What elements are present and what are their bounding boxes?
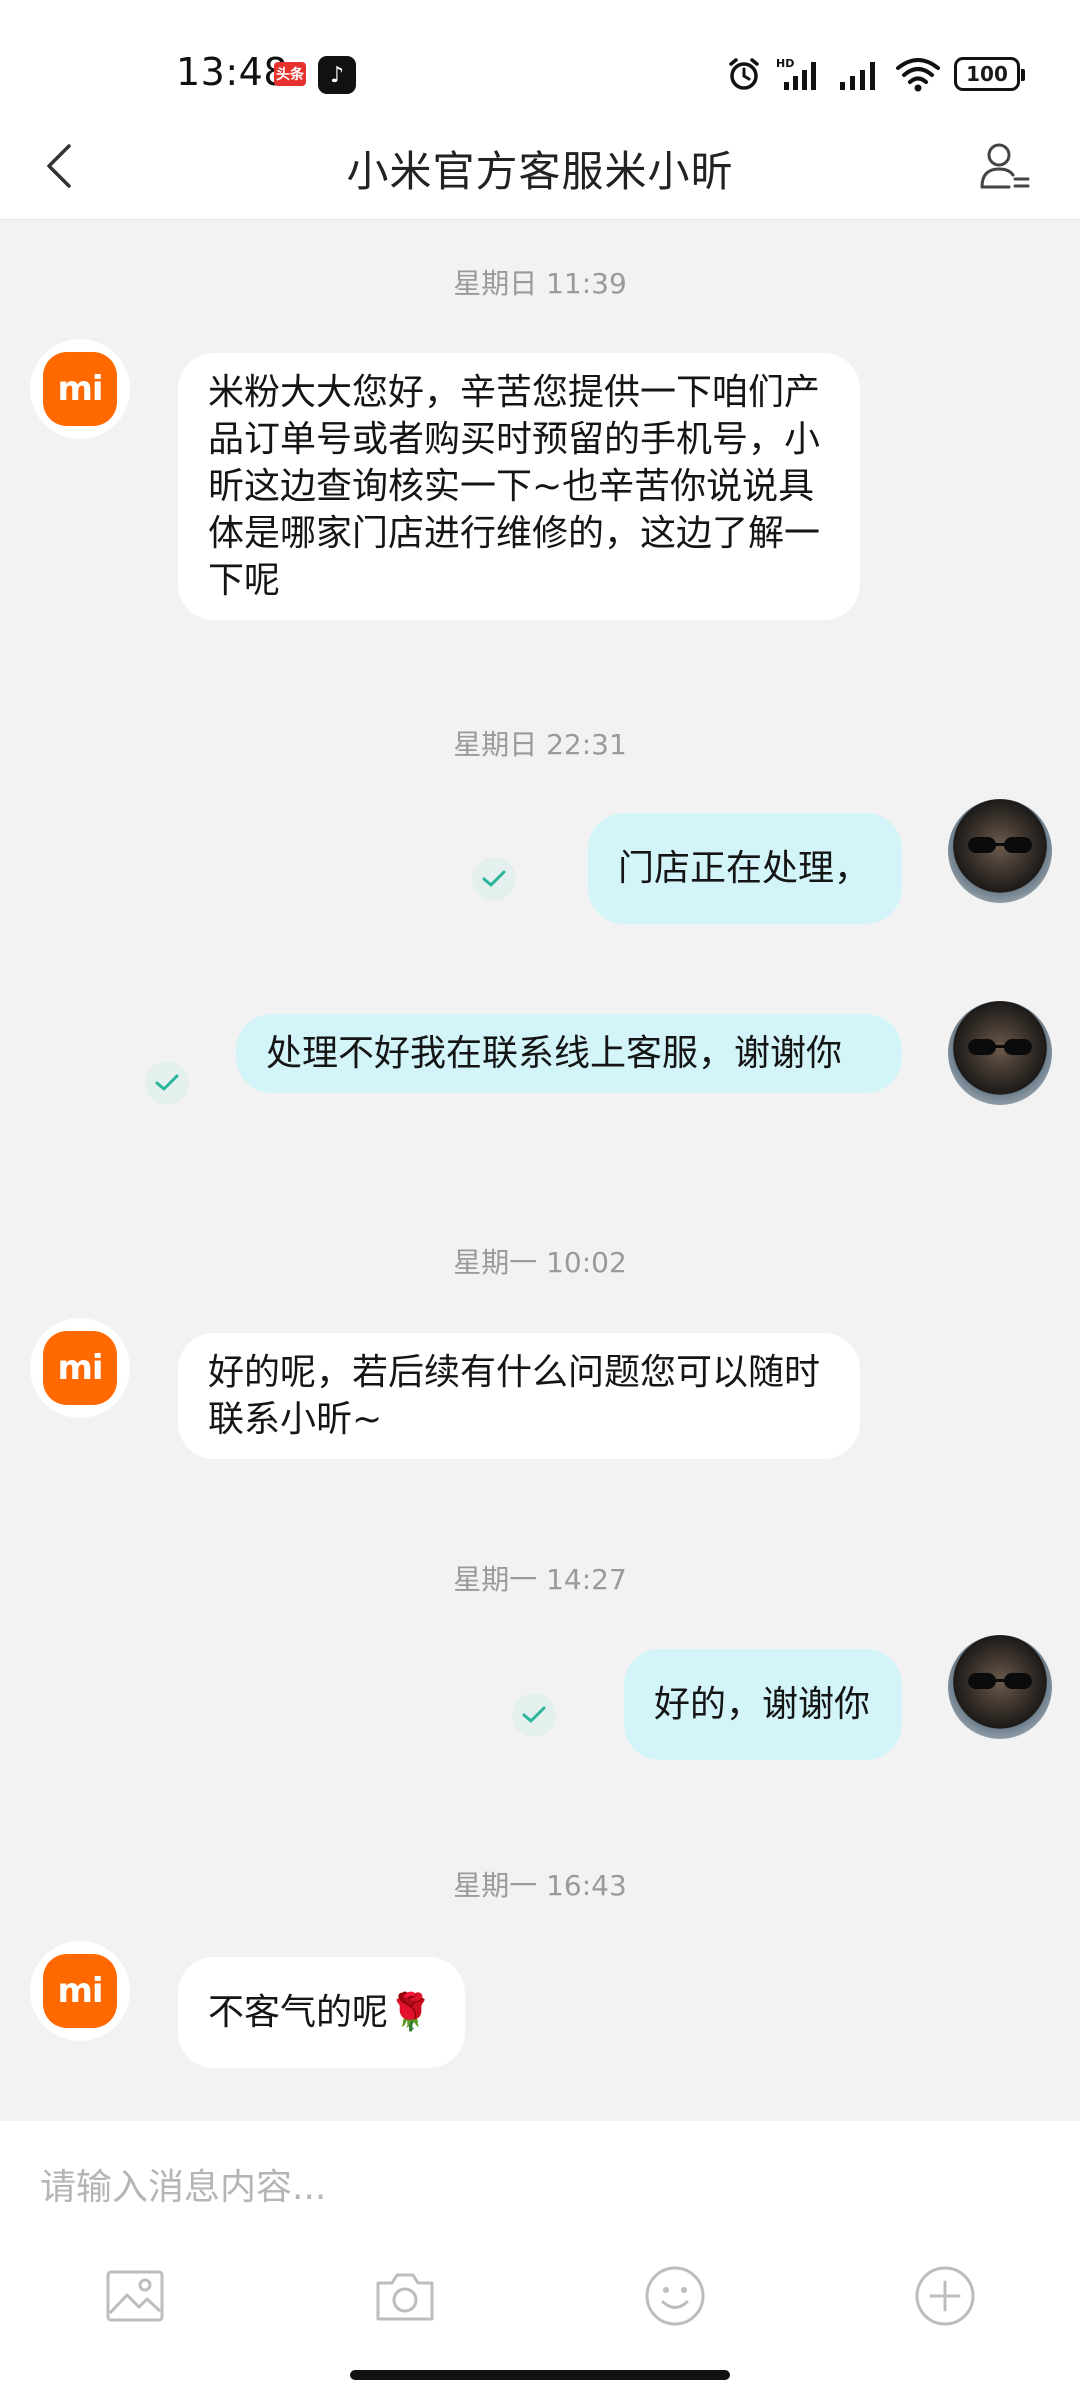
plus-icon — [915, 2266, 975, 2326]
avatar-glasses-icon — [968, 1673, 1032, 1689]
camera-icon — [376, 2273, 434, 2321]
hd-signal-icon: HD — [776, 57, 816, 90]
emoji-button[interactable] — [640, 2261, 710, 2331]
image-icon — [106, 2270, 164, 2322]
message-timestamp: 星期一 16:43 — [453, 1869, 627, 1902]
home-indicator[interactable] — [350, 2370, 730, 2380]
contact-profile-button[interactable] — [970, 132, 1040, 202]
incoming-message-bubble[interactable]: 好的呢，若后续有什么问题您可以随时联系小昕~ — [178, 1333, 860, 1459]
user-avatar[interactable] — [948, 799, 1052, 903]
user-avatar[interactable] — [948, 1635, 1052, 1739]
chat-header: 小米官方客服米小昕 — [0, 112, 1080, 220]
read-check-icon — [472, 857, 516, 901]
outgoing-message-bubble[interactable]: 处理不好我在联系线上客服，谢谢你 — [236, 1014, 902, 1093]
composer — [0, 2121, 1080, 2400]
message-input[interactable] — [40, 2157, 1040, 2217]
user-list-icon — [980, 143, 1030, 189]
agent-avatar[interactable]: mi — [30, 1318, 130, 1418]
battery-indicator: 100 — [954, 57, 1025, 91]
signal-icon — [840, 62, 875, 90]
alarm-icon — [729, 58, 759, 90]
read-check-icon — [512, 1693, 556, 1737]
svg-text:HD: HD — [776, 57, 794, 70]
xiaomi-logo-icon: mi — [43, 352, 117, 426]
message-list[interactable]: 星期日 11:39 mi 米粉大大您好，辛苦您提供一下咱们产品订单号或者购买时预… — [0, 221, 1080, 2121]
page-title: 小米官方客服米小昕 — [346, 147, 734, 196]
status-time: 13:48 — [176, 50, 289, 94]
outgoing-message-bubble[interactable]: 门店正在处理， — [587, 813, 902, 924]
message-timestamp: 星期日 22:31 — [453, 728, 627, 761]
avatar-glasses-icon — [968, 837, 1032, 853]
more-button[interactable] — [910, 2261, 980, 2331]
message-timestamp: 星期一 10:02 — [453, 1246, 627, 1279]
avatar-glasses-icon — [968, 1039, 1032, 1055]
image-button[interactable] — [100, 2261, 170, 2331]
xiaomi-logo-icon: mi — [43, 1954, 117, 2028]
wifi-icon — [896, 58, 940, 92]
incoming-message-bubble[interactable]: 米粉大大您好，辛苦您提供一下咱们产品订单号或者购买时预留的手机号，小昕这边查询核… — [178, 353, 860, 620]
incoming-message-bubble[interactable]: 不客气的呢🌹 — [178, 1957, 465, 2068]
agent-avatar[interactable]: mi — [30, 1941, 130, 2041]
user-avatar[interactable] — [948, 1001, 1052, 1105]
read-check-icon — [145, 1061, 189, 1105]
toutiao-notification-icon: 头条 — [274, 62, 306, 86]
message-timestamp: 星期日 11:39 — [453, 267, 627, 300]
agent-avatar[interactable]: mi — [30, 339, 130, 439]
tiktok-notification-icon: ♪ — [318, 56, 356, 94]
status-icons: HD 100 — [726, 52, 1025, 96]
outgoing-message-bubble[interactable]: 好的，谢谢你 — [623, 1649, 902, 1760]
message-timestamp: 星期一 14:27 — [453, 1563, 627, 1596]
emoji-icon — [645, 2266, 705, 2326]
camera-button[interactable] — [370, 2261, 440, 2331]
xiaomi-logo-icon: mi — [43, 1331, 117, 1405]
